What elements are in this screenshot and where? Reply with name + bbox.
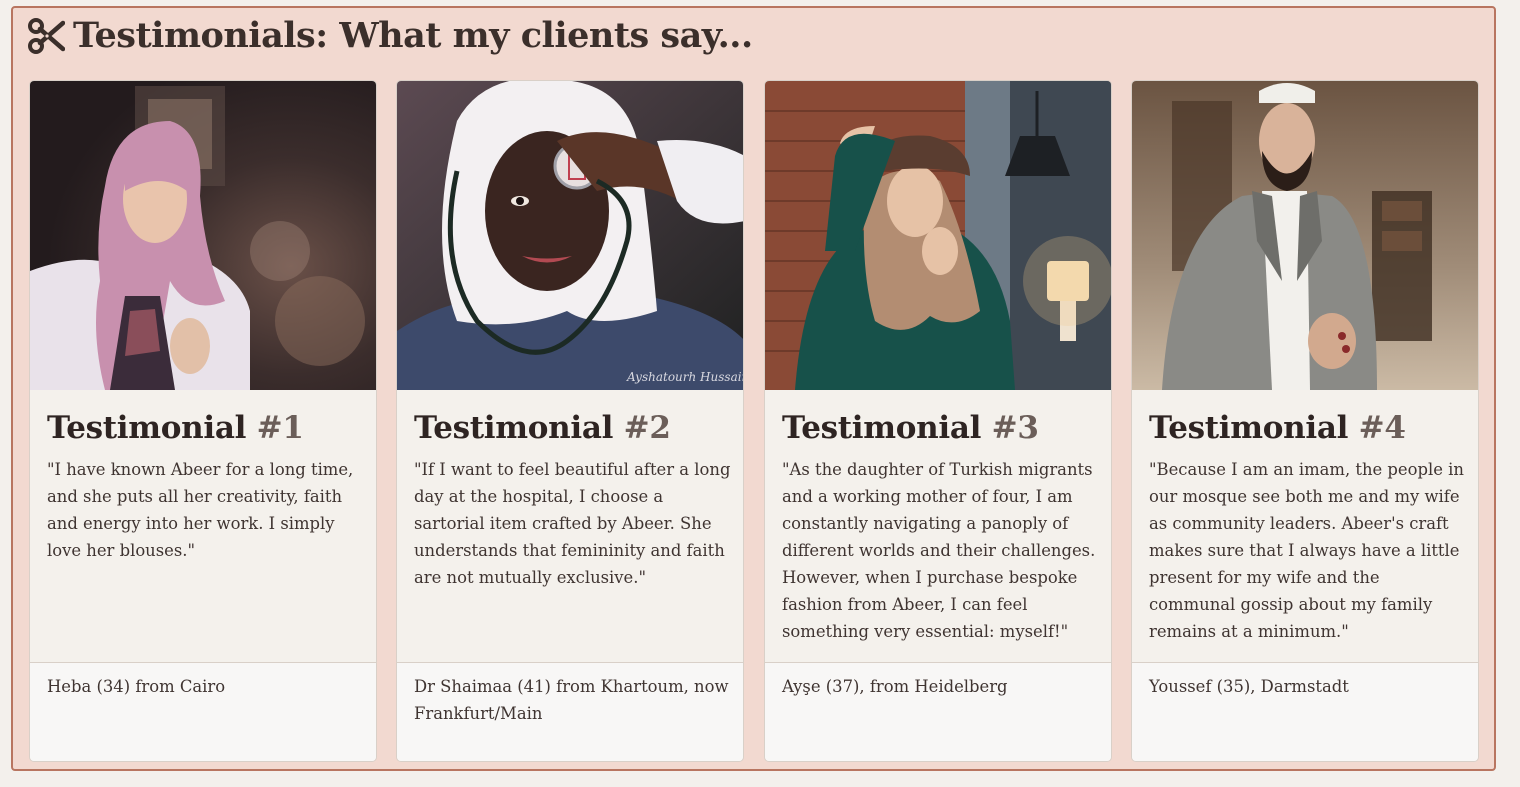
card-footer: Ayşe (37), from Heidelberg bbox=[765, 662, 1111, 761]
testimonial-card-1: Testimonial #1 "I have known Abeer for a… bbox=[29, 80, 377, 762]
section-title-text: Testimonials: What my clients say... bbox=[73, 15, 753, 56]
testimonial-cards: Testimonial #1 "I have known Abeer for a… bbox=[29, 80, 1479, 762]
card-footer: Youssef (35), Darmstadt bbox=[1132, 662, 1478, 761]
card-title: Testimonial #1 bbox=[47, 410, 304, 446]
card-title: Testimonial #3 bbox=[782, 410, 1039, 446]
testimonial-card-2: Ayshatourh Hussain Testimonial #2 "If I … bbox=[396, 80, 744, 762]
svg-text:Ayshatourh Hussain: Ayshatourh Hussain bbox=[626, 370, 744, 384]
scissors-icon bbox=[27, 17, 66, 55]
client-name: Ayşe (37), from Heidelberg bbox=[782, 677, 1008, 696]
client-photo-2: Ayshatourh Hussain bbox=[397, 81, 744, 390]
testimonial-card-4: Testimonial #4 "Because I am an imam, th… bbox=[1131, 80, 1479, 762]
testimonials-section: Testimonials: What my clients say... Tes… bbox=[11, 6, 1496, 771]
card-number: #4 bbox=[1358, 410, 1406, 446]
card-number: #2 bbox=[623, 410, 671, 446]
testimonial-card-3: Testimonial #3 "As the daughter of Turki… bbox=[764, 80, 1112, 762]
card-title: Testimonial #4 bbox=[1149, 410, 1406, 446]
client-photo-3 bbox=[765, 81, 1111, 390]
card-number: #3 bbox=[991, 410, 1039, 446]
client-photo-1 bbox=[30, 81, 376, 390]
testimonial-quote: "Because I am an imam, the people in our… bbox=[1149, 460, 1464, 641]
card-footer: Dr Shaimaa (41) from Khartoum, now Frank… bbox=[397, 662, 743, 761]
section-title: Testimonials: What my clients say... bbox=[27, 14, 753, 58]
card-footer: Heba (34) from Cairo bbox=[30, 662, 376, 761]
card-number: #1 bbox=[256, 410, 304, 446]
testimonial-quote: "If I want to feel beautiful after a lon… bbox=[414, 460, 731, 587]
client-name: Youssef (35), Darmstadt bbox=[1149, 677, 1349, 696]
testimonial-quote: "As the daughter of Turkish migrants and… bbox=[782, 460, 1096, 641]
client-photo-4 bbox=[1132, 81, 1478, 390]
client-name: Dr Shaimaa (41) from Khartoum, now Frank… bbox=[414, 677, 729, 723]
card-title: Testimonial #2 bbox=[414, 410, 671, 446]
client-name: Heba (34) from Cairo bbox=[47, 677, 226, 696]
testimonial-quote: "I have known Abeer for a long time, and… bbox=[47, 460, 354, 560]
